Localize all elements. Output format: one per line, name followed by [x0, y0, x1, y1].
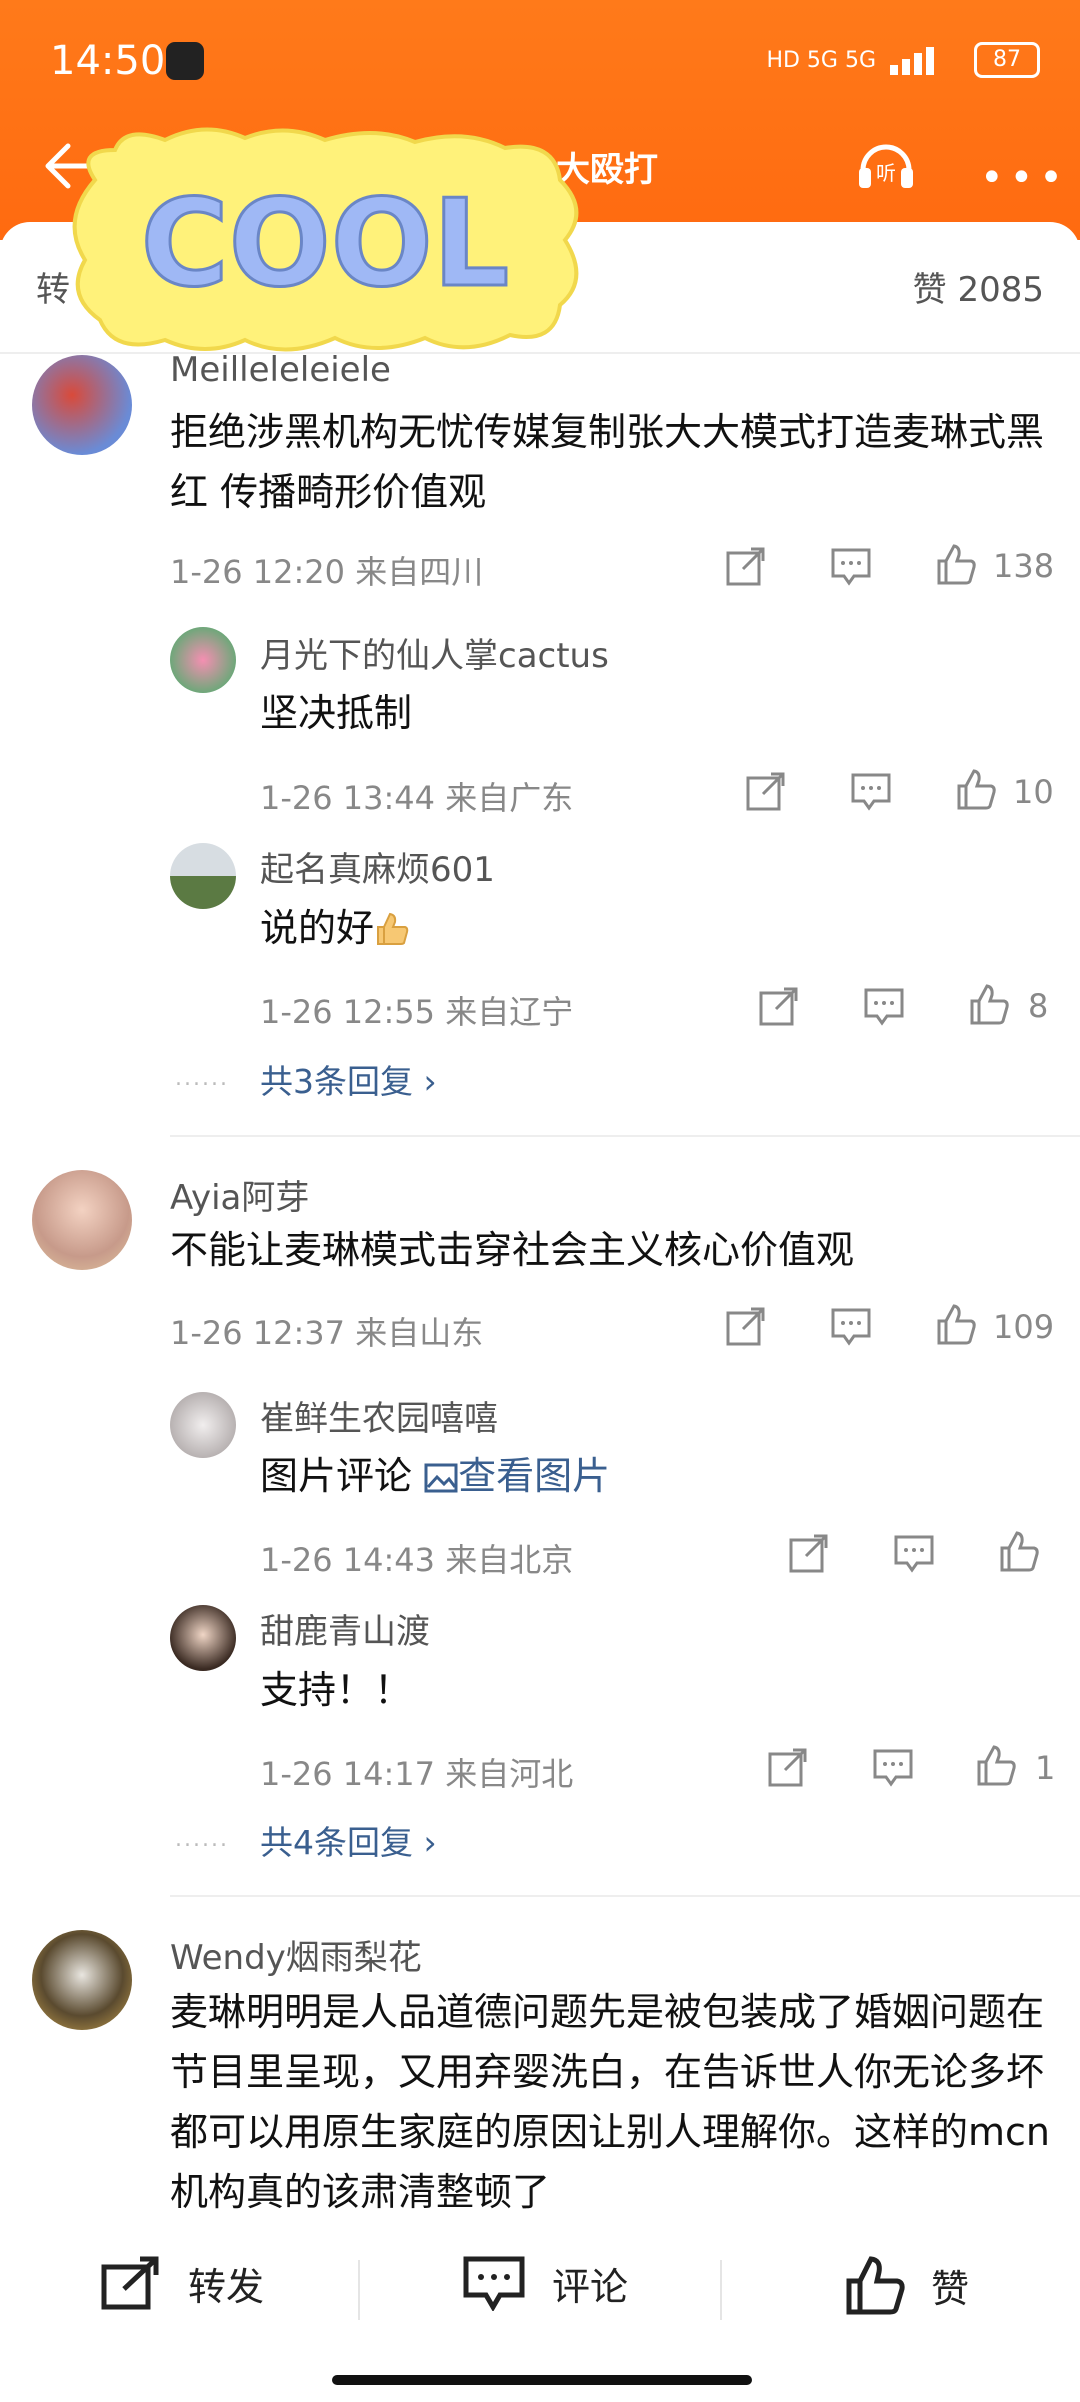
- comment-label: 评论: [552, 2264, 629, 2309]
- share-icon[interactable]: [788, 1532, 830, 1574]
- comment-icon[interactable]: [830, 1305, 872, 1347]
- svg-text:听: 听: [876, 161, 896, 185]
- avatar[interactable]: [170, 1392, 236, 1458]
- avatar[interactable]: [32, 1170, 132, 1270]
- divider: [170, 1895, 1080, 1897]
- comment-icon[interactable]: [872, 1746, 914, 1788]
- like-icon[interactable]: [968, 983, 1010, 1025]
- like-icon[interactable]: [935, 1303, 977, 1345]
- reply-meta: 1-26 12:55 来自辽宁: [260, 993, 574, 1031]
- likes-count-tab[interactable]: 赞 2085: [913, 262, 1044, 311]
- signal-icon: [890, 47, 934, 75]
- comment-author[interactable]: Ayia阿芽: [170, 1170, 309, 1219]
- avatar[interactable]: [170, 627, 236, 693]
- avatar[interactable]: [32, 355, 132, 455]
- reply-text-content: 说的好: [260, 906, 375, 950]
- reply-text: 说的好: [260, 898, 1040, 958]
- comment-icon[interactable]: [830, 545, 872, 587]
- reply-meta: 1-26 13:44 来自广东: [260, 779, 574, 817]
- battery-indicator: 87: [974, 42, 1040, 78]
- listen-headphones-icon[interactable]: 听: [855, 132, 917, 194]
- like-count: 8: [1028, 987, 1049, 1025]
- reply-text: 支持！！: [260, 1668, 413, 1712]
- like-button[interactable]: 赞: [845, 2255, 969, 2315]
- view-image-link[interactable]: 查看图片: [458, 1454, 610, 1498]
- comment-button[interactable]: 评论: [462, 2255, 628, 2311]
- sticker-text: COOL: [141, 175, 510, 314]
- reply-meta: 1-26 14:43 来自北京: [260, 1541, 574, 1579]
- more-options-icon[interactable]: •••: [980, 155, 1069, 201]
- status-time: 14:50: [50, 38, 166, 84]
- home-indicator[interactable]: [332, 2375, 752, 2385]
- comment-meta: 1-26 12:37 来自山东: [170, 1314, 484, 1352]
- repost-button[interactable]: 转发: [100, 2255, 264, 2311]
- like-icon[interactable]: [998, 1530, 1040, 1572]
- like-icon[interactable]: [975, 1744, 1017, 1786]
- comment-meta: 1-26 12:20 来自四川: [170, 553, 484, 591]
- like-count: 1: [1035, 1749, 1056, 1787]
- thumbs-up-emoji-icon: [377, 912, 409, 945]
- image-icon: [424, 1463, 458, 1493]
- repost-label: 转发: [188, 2264, 265, 2309]
- like-count: 138: [993, 547, 1055, 585]
- reply-text: 坚决抵制: [260, 691, 413, 735]
- app-notification-icon: [166, 42, 204, 80]
- comment-icon[interactable]: [850, 770, 892, 812]
- cool-sticker: COOL: [72, 127, 579, 352]
- like-count: 109: [993, 1308, 1055, 1346]
- separator: [720, 2260, 722, 2320]
- status-indicators: HD 5G 5G 87: [766, 42, 1040, 78]
- share-icon[interactable]: [745, 770, 787, 812]
- comment-icon[interactable]: [893, 1532, 935, 1574]
- reply-text-content: 图片评论: [260, 1454, 413, 1498]
- bottom-action-bar: 转发 评论 赞: [0, 2225, 1080, 2345]
- avatar[interactable]: [170, 1605, 236, 1671]
- avatar[interactable]: [32, 1930, 132, 2030]
- like-icon[interactable]: [955, 768, 997, 810]
- divider: [170, 1135, 1080, 1137]
- status-bar: 14:50 HD 5G 5G 87: [50, 38, 1040, 88]
- thumbs-up-icon: [846, 2256, 905, 2315]
- comment-bubble-icon: [463, 2256, 525, 2311]
- like-icon[interactable]: [935, 543, 977, 585]
- reply-author[interactable]: 甜鹿青山渡: [260, 1604, 430, 1653]
- share-icon[interactable]: [725, 545, 767, 587]
- reply-author[interactable]: 崔鲜生农园嘻嘻: [260, 1391, 498, 1440]
- comment-text: 拒绝涉黑机构无忧传媒复制张大大模式打造麦琳式黑红 传播畸形价值观: [170, 410, 1045, 514]
- share-icon[interactable]: [767, 1746, 809, 1788]
- share-icon[interactable]: [758, 985, 800, 1027]
- more-replies-link[interactable]: 共4条回复 ›: [260, 1816, 437, 1864]
- more-replies-link[interactable]: 共3条回复 ›: [260, 1055, 437, 1103]
- reply-text: 图片评论 查看图片: [260, 1446, 1040, 1506]
- comment-text: 不能让麦琳模式击穿社会主义核心价值观: [170, 1228, 855, 1272]
- replies-dots: ......: [175, 1066, 229, 1091]
- network-indicator: HD 5G 5G: [766, 47, 876, 73]
- reply-meta: 1-26 14:17 来自河北: [260, 1755, 574, 1793]
- share-icon[interactable]: [725, 1305, 767, 1347]
- separator: [358, 2260, 360, 2320]
- comment-author[interactable]: Wendy烟雨梨花: [170, 1930, 422, 1979]
- repost-icon: [101, 2256, 159, 2310]
- reply-author[interactable]: 起名真麻烦601: [260, 842, 495, 891]
- comment-text: 麦琳明明是人品道德问题先是被包装成了婚姻问题在节目里呈现，又用弃婴洗白，在告诉世…: [170, 1990, 1050, 2214]
- like-count: 10: [1013, 773, 1054, 811]
- avatar[interactable]: [170, 843, 236, 909]
- comment-icon[interactable]: [863, 985, 905, 1027]
- reply-author[interactable]: 月光下的仙人掌cactus: [260, 628, 609, 677]
- replies-dots: ......: [175, 1827, 229, 1852]
- like-label: 赞: [931, 2266, 970, 2311]
